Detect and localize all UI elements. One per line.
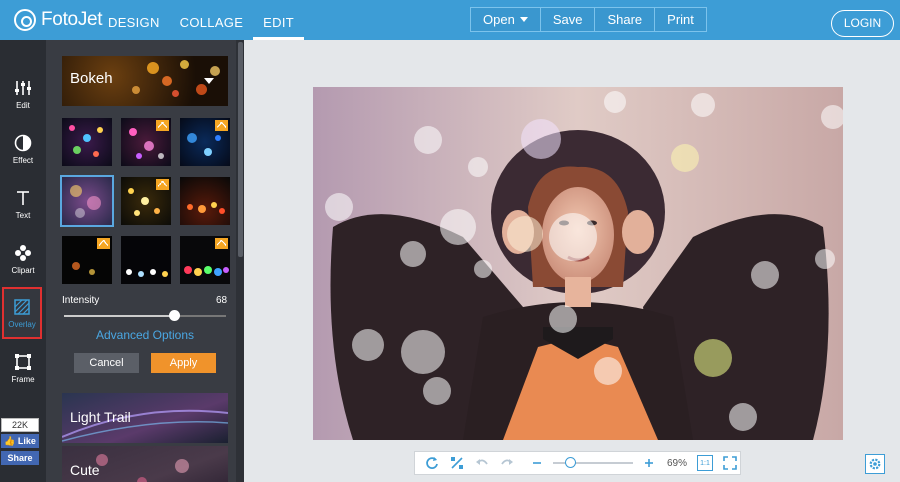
undo-icon[interactable] (474, 455, 490, 471)
zoom-out-icon[interactable] (529, 455, 545, 471)
actual-size-icon[interactable]: 1:1 (697, 455, 714, 471)
crown-icon (97, 238, 110, 249)
tool-overlay[interactable]: Overlay (2, 287, 42, 339)
tool-frame[interactable]: Frame (0, 344, 46, 396)
logo-text: FotoJet (41, 9, 103, 30)
print-button[interactable]: Print (655, 8, 706, 31)
tool-clipart[interactable]: Clipart (0, 235, 46, 287)
overlay-panel: Bokeh Intensity 68 Advanced Options Canc… (46, 40, 244, 482)
bokeh-preview (69, 125, 103, 157)
zoom-value: 69% (667, 457, 688, 469)
crown-icon (215, 238, 228, 249)
overlay-thumbnail-selected[interactable] (60, 175, 114, 227)
zoom-in-icon[interactable] (641, 455, 657, 471)
tool-effect[interactable]: Effect (0, 125, 46, 177)
tool-label: Clipart (11, 266, 35, 275)
crown-icon (156, 179, 169, 190)
facebook-widget: 22K 👍 Like Share (1, 418, 39, 465)
tab-edit[interactable]: EDIT (253, 0, 304, 40)
top-bar: FotoJet DESIGN COLLAGE EDIT Open Save Sh… (0, 0, 900, 40)
advanced-options-link[interactable]: Advanced Options (62, 328, 228, 342)
tool-label: Edit (16, 101, 30, 110)
open-button[interactable]: Open (471, 8, 541, 31)
overlay-thumbnail[interactable] (121, 118, 171, 166)
tool-label: Overlay (8, 320, 36, 329)
category-title: Light Trail (70, 409, 131, 425)
overlay-thumbnail[interactable] (121, 236, 171, 284)
tool-strip: Edit Effect Text Clipart Overlay Frame 2… (0, 40, 46, 482)
save-button[interactable]: Save (541, 8, 596, 31)
tool-text[interactable]: Text (0, 180, 46, 232)
flip-icon[interactable] (449, 455, 465, 471)
login-button[interactable]: LOGIN (831, 10, 894, 37)
open-label: Open (483, 12, 515, 27)
logo-icon (14, 9, 36, 31)
thumbs-up-icon: 👍 (4, 436, 16, 446)
photo-image (313, 87, 843, 440)
bokeh-preview (126, 269, 168, 277)
share-button[interactable]: Share (595, 8, 656, 31)
text-icon (17, 191, 29, 205)
zoom-slider-track[interactable] (553, 457, 633, 468)
overlay-thumbnail[interactable] (62, 236, 112, 284)
chevron-down-icon (204, 78, 214, 84)
logo[interactable]: FotoJet (14, 9, 103, 31)
bokeh-preview (187, 202, 225, 214)
tool-label: Text (15, 211, 31, 220)
chevron-down-icon (519, 17, 528, 22)
tab-design[interactable]: DESIGN (98, 0, 170, 40)
crown-icon (215, 120, 228, 131)
bokeh-preview (70, 185, 101, 218)
category-dropdown[interactable]: Bokeh (62, 56, 228, 106)
like-label: Like (17, 436, 36, 446)
tool-label: Frame (11, 375, 35, 384)
intensity-slider-handle[interactable] (169, 310, 181, 321)
category-title: Bokeh (70, 70, 113, 87)
flower-icon (15, 245, 31, 261)
intensity-slider-fill (64, 315, 175, 317)
tab-collage[interactable]: COLLAGE (170, 0, 254, 40)
rotate-icon[interactable] (424, 455, 440, 471)
gear-icon (869, 458, 881, 470)
overlay-thumbnail[interactable] (121, 177, 171, 225)
photo-canvas[interactable] (313, 87, 843, 440)
panel-scrollbar-thumb[interactable] (238, 42, 243, 257)
intensity-label: Intensity (62, 295, 100, 306)
tool-label: Effect (12, 156, 34, 165)
zoom-slider-handle[interactable] (565, 457, 576, 468)
overlay-icon (14, 299, 30, 315)
overlay-thumbnail[interactable] (180, 236, 230, 284)
overlay-thumbnail[interactable] (180, 177, 230, 225)
crown-icon (156, 120, 169, 131)
overlay-thumbnail[interactable] (62, 118, 112, 166)
category-light-trail[interactable]: Light Trail (62, 393, 228, 443)
settings-button[interactable] (865, 454, 885, 474)
main-nav: DESIGN COLLAGE EDIT (98, 0, 304, 40)
sliders-icon (15, 81, 31, 95)
canvas-toolbar: 69% 1:1 (414, 451, 741, 475)
cancel-button[interactable]: Cancel (74, 353, 139, 373)
facebook-like-button[interactable]: 👍 Like (1, 434, 39, 448)
file-toolbar: Open Save Share Print (470, 7, 707, 32)
overlay-thumbnail[interactable] (180, 118, 230, 166)
category-cute[interactable]: Cute (62, 446, 228, 482)
fullscreen-icon[interactable] (722, 455, 738, 471)
half-circle-icon (14, 134, 32, 152)
actual-size-label: 1:1 (700, 459, 710, 467)
frame-icon (15, 354, 31, 370)
redo-icon[interactable] (499, 455, 515, 471)
apply-button[interactable]: Apply (151, 353, 216, 373)
facebook-share-button[interactable]: Share (1, 451, 39, 465)
tool-edit[interactable]: Edit (0, 70, 46, 122)
intensity-value: 68 (216, 295, 228, 306)
category-title: Cute (70, 462, 100, 478)
like-count: 22K (1, 418, 39, 432)
